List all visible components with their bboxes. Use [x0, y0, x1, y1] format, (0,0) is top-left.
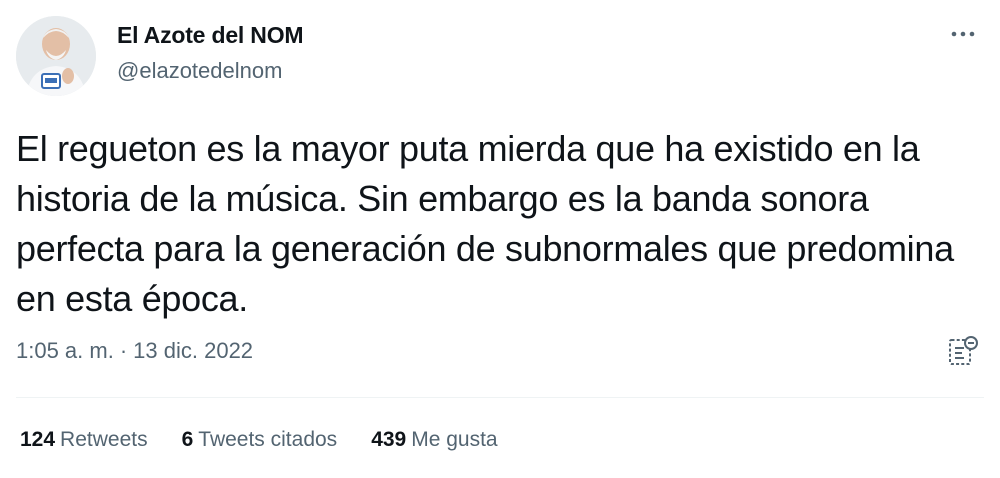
- retweets-label: Retweets: [60, 428, 148, 451]
- avatar-image: [16, 16, 96, 96]
- retweets-stat[interactable]: 124 Retweets: [20, 428, 148, 452]
- tweet-timestamp[interactable]: 1:05 a. m. · 13 dic. 2022: [16, 338, 253, 364]
- retweets-count: 124: [20, 428, 56, 451]
- quotes-label: Tweets citados: [198, 428, 338, 451]
- likes-label: Me gusta: [411, 428, 498, 451]
- tweet-date[interactable]: 13 dic. 2022: [133, 338, 253, 363]
- likes-stat[interactable]: 439 Me gusta: [371, 428, 497, 452]
- user-handle[interactable]: @elazotedelnom: [117, 58, 282, 84]
- more-options-icon[interactable]: [948, 24, 978, 44]
- tweet-stats: 124 Retweets 6 Tweets citados 439 Me gusta: [20, 428, 498, 452]
- avatar[interactable]: [16, 16, 96, 96]
- quotes-count: 6: [181, 428, 194, 451]
- timestamp-separator: ·: [119, 338, 128, 363]
- tweet-analytics-icon[interactable]: [946, 334, 980, 368]
- quote-tweets-stat[interactable]: 6 Tweets citados: [182, 428, 338, 452]
- divider: [16, 397, 984, 398]
- tweet-time[interactable]: 1:05 a. m.: [16, 338, 114, 363]
- tweet-text: El regueton es la mayor puta mierda que …: [16, 128, 954, 319]
- likes-count: 439: [371, 428, 407, 451]
- display-name[interactable]: El Azote del NOM: [117, 22, 304, 49]
